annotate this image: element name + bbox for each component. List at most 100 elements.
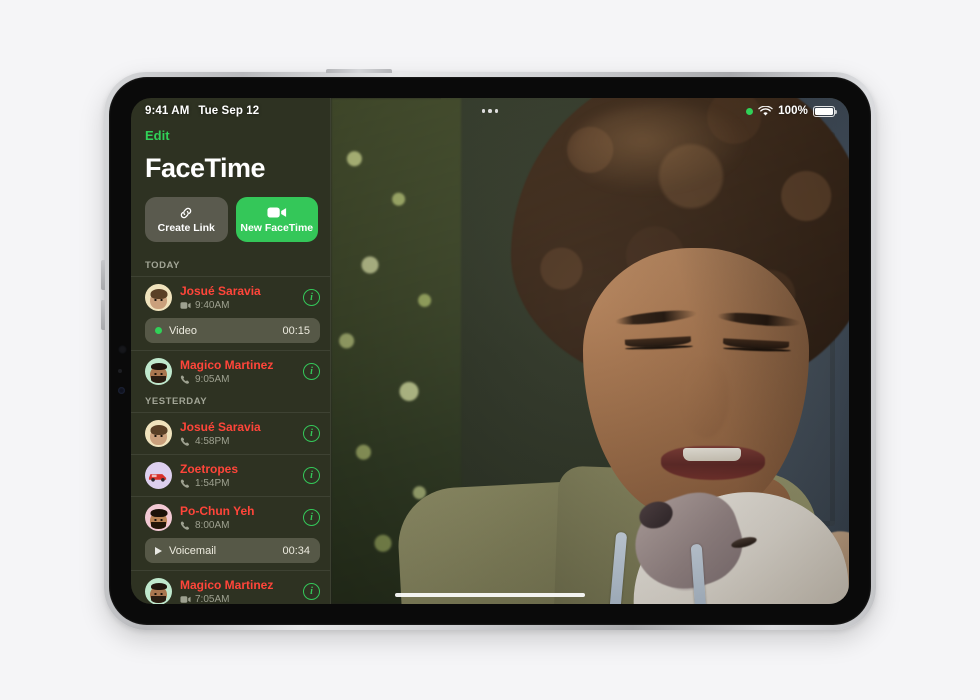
memoji-hair <box>150 509 167 517</box>
call-list-item[interactable]: Josué Saravia 9:40AM i <box>131 276 330 318</box>
edit-button[interactable]: Edit <box>145 128 170 143</box>
home-indicator[interactable] <box>395 592 585 597</box>
call-contact-name: Josué Saravia <box>180 420 261 434</box>
memoji-hair <box>150 363 167 370</box>
call-list-item[interactable]: Zoetropes 1:54PM i <box>131 454 330 496</box>
play-icon <box>155 546 162 555</box>
memoji-eyes <box>153 435 164 437</box>
call-contact-name: Magico Martinez <box>180 578 274 592</box>
call-meta: 8:00AM <box>180 520 295 531</box>
page-title: FaceTime <box>145 153 266 183</box>
detail-duration: 00:15 <box>282 324 310 337</box>
memoji-beard <box>151 376 166 383</box>
detail-label: Video <box>169 324 197 337</box>
status-dot-icon <box>155 327 162 334</box>
memoji-hair <box>150 425 167 435</box>
call-meta: 7:05AM <box>180 594 295 604</box>
new-facetime-button[interactable]: New FaceTime <box>235 197 318 242</box>
screenshot-root: 9:41 AM Tue Sep 12 100% Edit FaceTime Cr… <box>0 0 980 700</box>
action-button-row: Create Link New FaceTime <box>145 197 318 242</box>
info-circle-icon[interactable]: i <box>303 467 320 484</box>
call-contact-name: Po-Chun Yeh <box>180 504 255 518</box>
call-item-text: Josué Saravia 4:58PM <box>180 420 295 447</box>
avatar <box>145 504 172 531</box>
phone-icon <box>180 521 190 530</box>
volume-up-button[interactable] <box>101 260 105 290</box>
call-contact-name: Magico Martinez <box>180 358 274 372</box>
call-section-header: YESTERDAY <box>145 396 208 407</box>
create-link-label: Create Link <box>157 222 215 234</box>
call-meta: 4:58PM <box>180 436 295 447</box>
car-icon <box>148 474 167 482</box>
battery-icon <box>813 105 838 117</box>
call-time: 7:05AM <box>195 594 230 604</box>
call-time: 4:58PM <box>195 436 230 447</box>
memoji-eyes <box>153 373 164 375</box>
link-icon <box>178 205 194 220</box>
call-section-header: TODAY <box>145 260 180 271</box>
avatar <box>145 578 172 604</box>
create-link-button[interactable]: Create Link <box>145 197 228 242</box>
avatar <box>145 462 172 489</box>
info-circle-icon[interactable]: i <box>303 509 320 526</box>
teeth <box>683 448 741 461</box>
detail-label: Voicemail <box>169 544 217 557</box>
call-time: 1:54PM <box>195 478 230 489</box>
avatar <box>145 358 172 385</box>
video-camera-icon <box>180 596 191 603</box>
video-camera-icon <box>180 302 191 309</box>
call-item-text: Magico Martinez 9:05AM <box>180 358 295 385</box>
call-item-text: Po-Chun Yeh 8:00AM <box>180 504 295 531</box>
info-circle-icon[interactable]: i <box>303 583 320 600</box>
call-time: 9:40AM <box>195 300 230 311</box>
front-camera-icon <box>118 345 127 354</box>
device-screen: 9:41 AM Tue Sep 12 100% Edit FaceTime Cr… <box>131 98 849 604</box>
memoji-face <box>150 425 167 445</box>
volume-down-button[interactable] <box>101 300 105 330</box>
memoji-face <box>150 583 167 603</box>
avatar <box>145 420 172 447</box>
memoji-eyes <box>153 299 164 301</box>
call-meta: 9:40AM <box>180 300 295 311</box>
memoji-face <box>150 289 167 309</box>
phone-icon <box>180 375 190 384</box>
memoji-eyes <box>153 519 164 521</box>
call-detail-pill[interactable]: Voicemail 00:34 <box>145 538 320 563</box>
call-contact-name: Josué Saravia <box>180 284 261 298</box>
battery-fill <box>815 107 833 115</box>
device-bezel: 9:41 AM Tue Sep 12 100% Edit FaceTime Cr… <box>109 77 871 625</box>
memoji-beard <box>151 522 166 529</box>
phone-icon <box>180 437 190 446</box>
ipad-device: 9:41 AM Tue Sep 12 100% Edit FaceTime Cr… <box>101 69 876 630</box>
call-detail-pill[interactable]: Video 00:15 <box>145 318 320 343</box>
call-list-item[interactable]: Magico Martinez 9:05AM i <box>131 350 330 392</box>
video-camera-icon <box>267 205 287 220</box>
memoji-hair <box>150 583 167 590</box>
multitasking-dots-icon[interactable] <box>131 98 849 124</box>
new-facetime-label: New FaceTime <box>240 222 314 234</box>
microphone-icon <box>118 369 122 373</box>
call-list-item[interactable]: Magico Martinez 7:05AM i <box>131 570 330 604</box>
memoji-face <box>150 509 167 529</box>
info-circle-icon[interactable]: i <box>303 363 320 380</box>
call-meta: 9:05AM <box>180 374 295 385</box>
call-item-text: Josué Saravia 9:40AM <box>180 284 295 311</box>
info-circle-icon[interactable]: i <box>303 289 320 306</box>
power-button[interactable] <box>326 69 392 73</box>
memoji-eyes <box>153 593 164 595</box>
call-time: 8:00AM <box>195 520 230 531</box>
call-meta: 1:54PM <box>180 478 295 489</box>
memoji-beard <box>151 596 166 603</box>
memoji-hair <box>150 289 167 299</box>
facetime-sidebar: Edit FaceTime Create Link New FaceTime T… <box>131 98 331 604</box>
status-bar: 9:41 AM Tue Sep 12 100% <box>131 98 849 124</box>
call-contact-name: Zoetropes <box>180 462 239 476</box>
avatar <box>145 284 172 311</box>
call-item-text: Zoetropes 1:54PM <box>180 462 295 489</box>
nose <box>683 360 729 438</box>
call-list-item[interactable]: Josué Saravia 4:58PM i <box>131 412 330 454</box>
call-list-item[interactable]: Po-Chun Yeh 8:00AM i <box>131 496 330 538</box>
recent-calls-list[interactable]: TODAY Josué Saravia 9:40AM i Video 00:15 Magic… <box>131 256 330 604</box>
facetime-video-pane[interactable] <box>331 98 849 604</box>
info-circle-icon[interactable]: i <box>303 425 320 442</box>
